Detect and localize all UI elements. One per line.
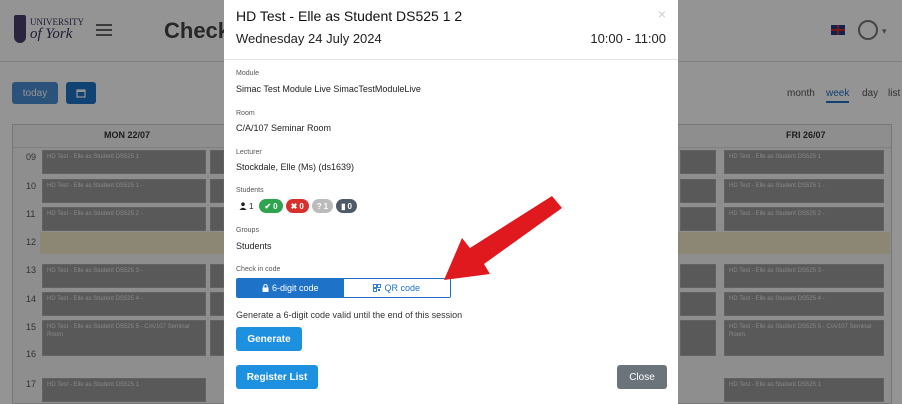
total-count: 1 [249, 201, 254, 211]
students-label: Students [236, 187, 264, 194]
total-students-badge: 1 [236, 199, 256, 213]
session-time: 10:00 - 11:00 [590, 31, 666, 46]
check-icon: ✔ [264, 201, 272, 211]
module-label: Module [236, 70, 259, 77]
tab-6-digit-code[interactable]: 6-digit code [237, 279, 344, 297]
checkin-label: Check in code [236, 266, 281, 273]
register-list-button[interactable]: Register List [236, 365, 318, 389]
red-arrow-annotation [444, 196, 562, 280]
student-status-badges: 1 ✔ 0 ✖ 0 ? 1 ▮ 0 [236, 199, 357, 213]
room-label: Room [236, 110, 255, 117]
close-icon[interactable]: × [658, 6, 666, 22]
close-button[interactable]: Close [617, 365, 667, 389]
unknown-count: 1 [323, 201, 329, 211]
modal-header: HD Test - Elle as Student DS525 1 2 Wedn… [224, 0, 678, 60]
arrow-shape [444, 196, 562, 280]
groups-value: Students [236, 241, 272, 251]
tab-qr-label: QR code [384, 283, 421, 293]
unknown-badge[interactable]: ? 1 [311, 199, 334, 213]
qr-code-icon [373, 284, 382, 292]
trash-icon: ▮ [341, 201, 346, 211]
cross-icon: ✖ [290, 201, 298, 211]
tab-6-digit-label: 6-digit code [271, 283, 319, 293]
room-value: C/A/107 Seminar Room [236, 123, 332, 133]
lecturer-label: Lecturer [236, 149, 262, 156]
generate-button[interactable]: Generate [236, 327, 302, 351]
other-badge[interactable]: ▮ 0 [336, 199, 357, 213]
present-count: 0 [273, 201, 278, 211]
checkin-code-toggle: 6-digit code QR code [236, 278, 451, 298]
tab-qr-code[interactable]: QR code [343, 279, 450, 297]
lecturer-value: Stockdale, Elle (Ms) (ds1639) [236, 162, 355, 172]
absent-badge[interactable]: ✖ 0 [285, 199, 309, 213]
lock-icon [262, 284, 269, 292]
module-value: Simac Test Module Live SimacTestModuleLi… [236, 84, 421, 94]
person-icon [239, 202, 247, 210]
session-date: Wednesday 24 July 2024 [236, 31, 382, 46]
modal-title: HD Test - Elle as Student DS525 1 2 [236, 8, 463, 24]
other-count: 0 [347, 201, 352, 211]
generate-help-text: Generate a 6-digit code valid until the … [236, 310, 463, 320]
question-icon: ? [316, 201, 322, 211]
present-badge[interactable]: ✔ 0 [259, 199, 283, 213]
groups-label: Groups [236, 227, 259, 234]
absent-count: 0 [299, 201, 304, 211]
